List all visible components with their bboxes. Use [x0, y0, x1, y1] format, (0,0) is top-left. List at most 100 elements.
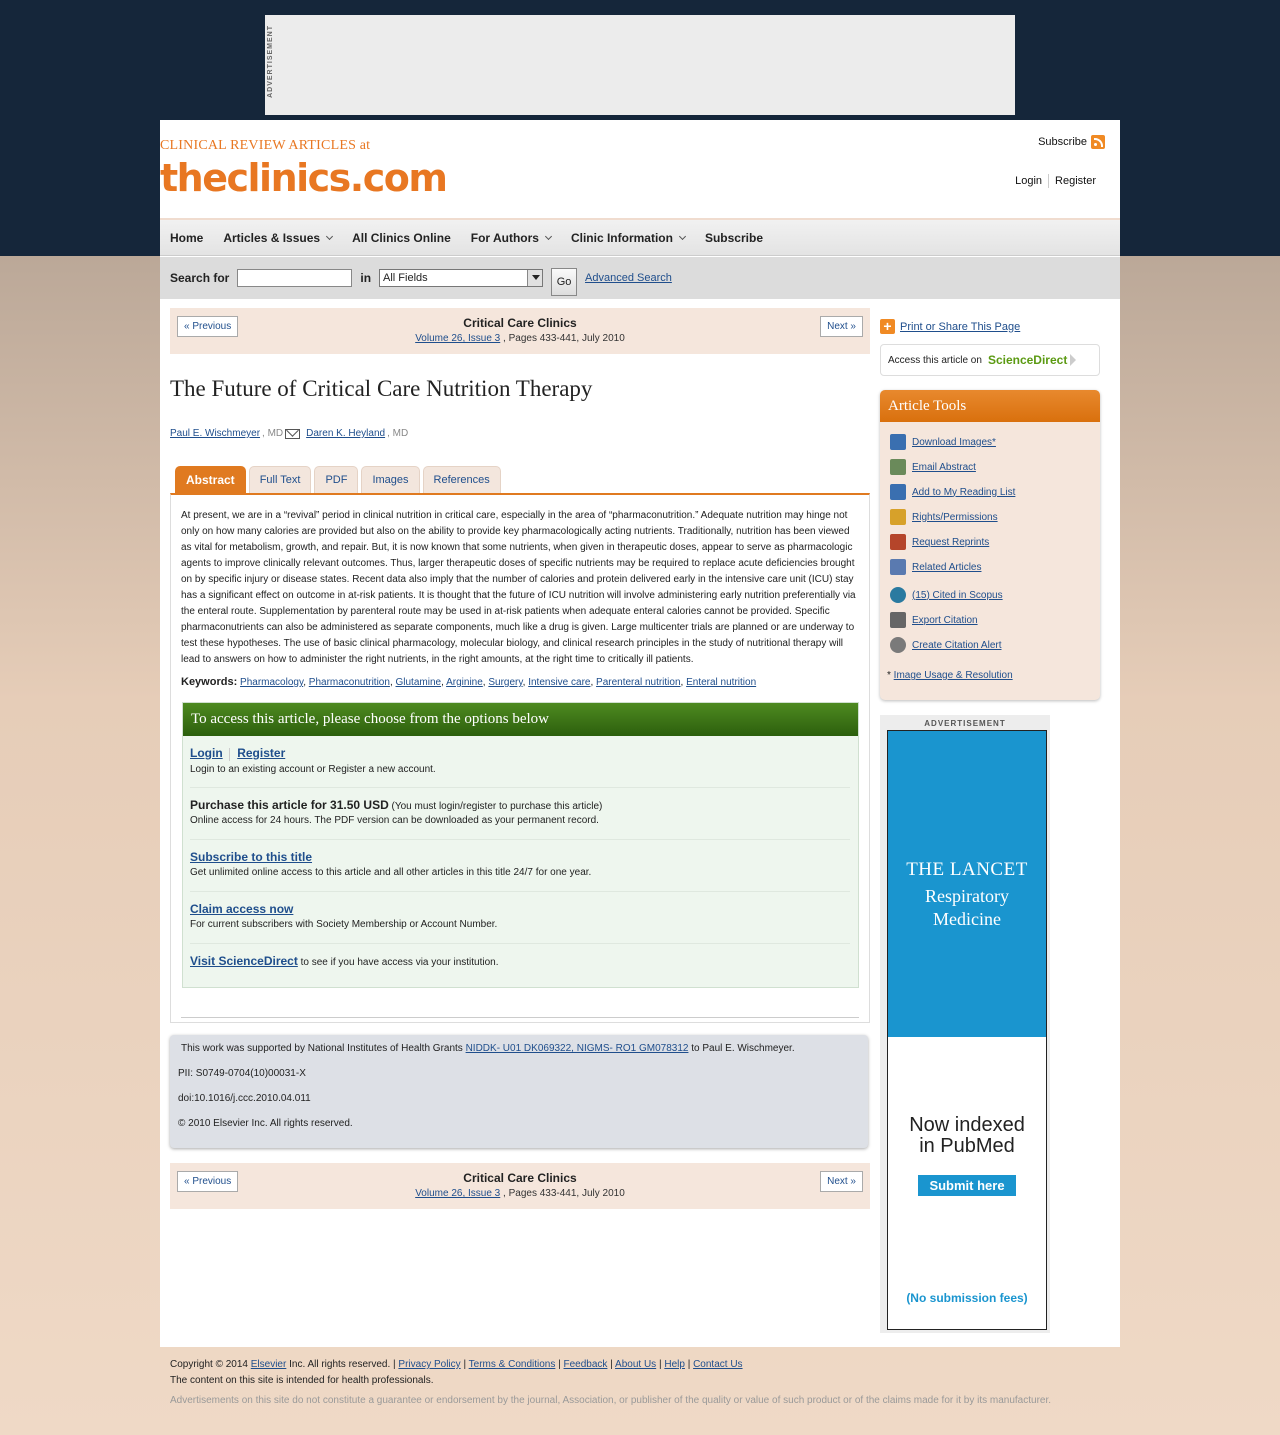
nav-home[interactable]: Home: [170, 231, 203, 245]
go-button[interactable]: Go: [551, 268, 578, 296]
arrow-right-icon: [1070, 354, 1077, 366]
tab-images[interactable]: Images: [361, 466, 420, 493]
tool-label[interactable]: (15) Cited in Scopus: [912, 590, 1003, 601]
keyword-link[interactable]: Intensive care: [528, 677, 590, 688]
sciencedirect-logo[interactable]: ScienceDirect: [988, 353, 1067, 367]
keyword-link[interactable]: Pharmaconutrition: [309, 677, 390, 688]
tool-rights-permissions[interactable]: Rights/Permissions: [890, 509, 998, 525]
help-link[interactable]: Help: [664, 1359, 685, 1370]
tool-label[interactable]: Related Articles: [912, 562, 981, 573]
author-link[interactable]: Daren K. Heyland: [306, 428, 385, 439]
tool-label[interactable]: Rights/Permissions: [912, 512, 998, 523]
print-share-link[interactable]: + Print or Share This Page: [880, 319, 1020, 334]
chevron-down-icon: [678, 232, 687, 240]
privacy-policy-link[interactable]: Privacy Policy: [398, 1359, 460, 1370]
about-us-link[interactable]: About Us: [615, 1359, 656, 1370]
nav-for-authors[interactable]: For Authors: [471, 231, 553, 245]
keywords: Keywords: Pharmacology, Pharmaconutritio…: [181, 676, 757, 688]
tool-label[interactable]: Create Citation Alert: [912, 640, 1002, 651]
article-tools-title: Article Tools: [880, 390, 1100, 422]
nav-all-clinics[interactable]: All Clinics Online: [352, 231, 451, 245]
keyword-link[interactable]: Glutamine: [396, 677, 442, 688]
keyword-link[interactable]: Arginine: [446, 677, 483, 688]
next-button[interactable]: Next »: [820, 1171, 863, 1192]
support-text: to Paul E. Wischmeyer.: [691, 1043, 795, 1054]
nav-clinic-information[interactable]: Clinic Information: [571, 231, 687, 245]
tool-label[interactable]: Email Abstract: [912, 462, 976, 473]
volume-info: Volume 26, Issue 3 , Pages 433-441, July…: [170, 1188, 870, 1199]
grant-link[interactable]: NIDDK- U01 DK069322, NIGMS- RO1 GM078312: [466, 1043, 689, 1054]
submit-here-button[interactable]: Submit here: [918, 1175, 1016, 1196]
terms-link[interactable]: Terms & Conditions: [469, 1359, 556, 1370]
advanced-search-link[interactable]: Advanced Search: [585, 272, 672, 284]
tool-export-citation[interactable]: Export Citation: [890, 612, 978, 628]
subscribe-link[interactable]: Subscribe: [1038, 135, 1105, 149]
next-button[interactable]: Next »: [820, 316, 863, 337]
print-share-label[interactable]: Print or Share This Page: [900, 321, 1020, 333]
sciencedirect-access[interactable]: Access this article on ScienceDirect: [880, 344, 1100, 376]
tool-label[interactable]: Download Images*: [912, 437, 996, 448]
tool-reading-list[interactable]: Add to My Reading List: [890, 484, 1015, 500]
volume-link[interactable]: Volume 26, Issue 3: [415, 1188, 500, 1199]
volume-link[interactable]: Volume 26, Issue 3: [415, 333, 500, 344]
elsevier-link[interactable]: Elsevier: [251, 1359, 287, 1370]
subscribe-label: Subscribe: [1038, 136, 1087, 148]
purchase-note: (You must login/register to purchase thi…: [391, 801, 603, 812]
register-link[interactable]: Register: [1055, 175, 1096, 187]
nav-articles-issues[interactable]: Articles & Issues: [223, 231, 334, 245]
page-container: CLINICAL REVIEW ARTICLES at theclinics.c…: [160, 120, 1120, 1345]
contact-us-link[interactable]: Contact Us: [693, 1359, 742, 1370]
tool-label[interactable]: Add to My Reading List: [912, 487, 1015, 498]
subscribe-description: Get unlimited online access to this arti…: [190, 867, 592, 878]
image-usage-link[interactable]: Image Usage & Resolution: [894, 670, 1013, 681]
author-link[interactable]: Paul E. Wischmeyer: [170, 428, 260, 439]
search-field-select[interactable]: All Fields: [379, 269, 544, 287]
access-login-link[interactable]: Login: [190, 746, 223, 760]
site-logo[interactable]: theclinics.com: [160, 156, 448, 200]
tab-pdf[interactable]: PDF: [314, 466, 359, 493]
login-link[interactable]: Login: [1015, 175, 1042, 187]
doi: doi:10.1016/j.ccc.2010.04.011: [178, 1093, 311, 1104]
search-input[interactable]: [237, 269, 353, 287]
tool-citation-alert[interactable]: Create Citation Alert: [890, 637, 1002, 653]
feedback-link[interactable]: Feedback: [564, 1359, 608, 1370]
chevron-down-icon: [527, 270, 543, 286]
lancet-ad-banner[interactable]: THE LANCET Respiratory Medicine Now inde…: [887, 730, 1047, 1330]
visit-sciencedirect-link[interactable]: Visit ScienceDirect: [190, 954, 298, 968]
tab-abstract[interactable]: Abstract: [175, 466, 246, 493]
author-degree: , MD: [262, 428, 284, 439]
tool-request-reprints[interactable]: Request Reprints: [890, 534, 989, 550]
lancet-ad-header: THE LANCET Respiratory Medicine: [888, 731, 1046, 1037]
keyword-link[interactable]: Pharmacology: [240, 677, 303, 688]
access-heading: To access this article, please choose fr…: [183, 703, 858, 736]
purchase-label[interactable]: Purchase this article for 31.50 USD: [190, 798, 389, 812]
pages-info: , Pages 433-441, July 2010: [503, 333, 625, 344]
footer-disclaimer: Advertisements on this site do not const…: [170, 1395, 1052, 1406]
login-option: Login Register Login to an existing acco…: [190, 746, 850, 775]
tool-download-images[interactable]: Download Images*: [890, 434, 996, 450]
divider: [181, 1017, 859, 1018]
tool-label[interactable]: Request Reprints: [912, 537, 989, 548]
lock-icon: [890, 509, 906, 525]
pubmed-text: Now indexed in PubMed: [888, 1115, 1046, 1157]
access-on-label: Access this article on: [888, 354, 982, 366]
nav-label: Subscribe: [704, 230, 763, 245]
keyword-link[interactable]: Surgery: [488, 677, 522, 688]
keyword-link[interactable]: Enteral nutrition: [686, 677, 756, 688]
top-advertisement[interactable]: ADVERTISEMENT: [265, 15, 1015, 115]
tool-related-articles[interactable]: Related Articles: [890, 559, 981, 575]
footer-links: Copyright © 2014 Elsevier Inc. All right…: [170, 1359, 743, 1370]
pubmed-line-2: in PubMed: [919, 1135, 1015, 1157]
tool-cited-in-scopus[interactable]: (15) Cited in Scopus: [890, 587, 1003, 603]
subscribe-title-link[interactable]: Subscribe to this title: [190, 850, 312, 864]
email-icon[interactable]: [285, 428, 301, 439]
tool-label[interactable]: Export Citation: [912, 615, 978, 626]
claim-access-link[interactable]: Claim access now: [190, 902, 293, 916]
nav-subscribe[interactable]: Subscribe: [705, 231, 763, 245]
access-register-link[interactable]: Register: [237, 746, 285, 760]
tab-full-text[interactable]: Full Text: [248, 466, 312, 493]
divider: [190, 891, 850, 892]
tab-references[interactable]: References: [422, 466, 501, 493]
tool-email-abstract[interactable]: Email Abstract: [890, 459, 976, 475]
keyword-link[interactable]: Parenteral nutrition: [596, 677, 681, 688]
